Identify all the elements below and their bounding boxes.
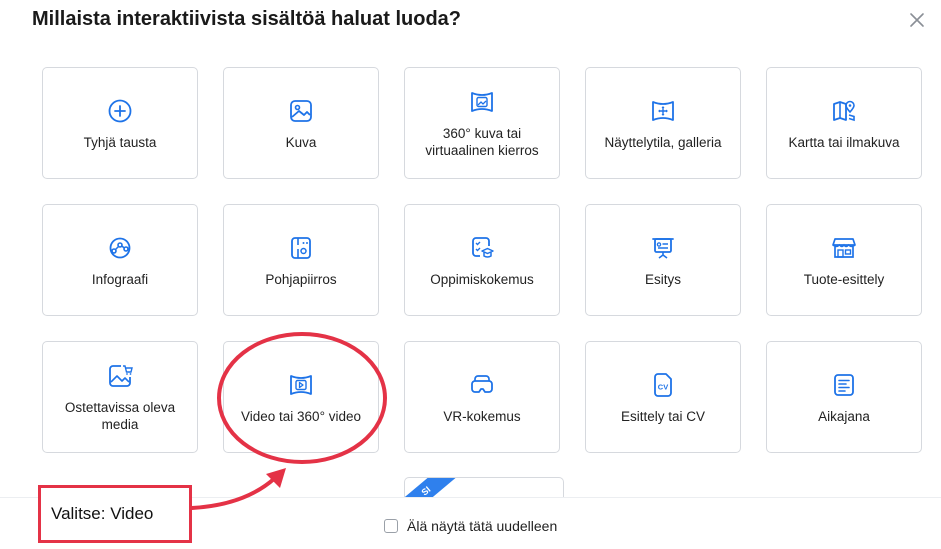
infographic-icon <box>105 233 135 263</box>
cv-document-icon: CV <box>648 370 678 400</box>
card-label: Kartta tai ilmakuva <box>788 134 900 150</box>
arrow-head-icon <box>266 468 286 488</box>
timeline-icon <box>829 370 859 400</box>
svg-text:CV: CV <box>658 382 668 391</box>
card-map[interactable]: Kartta tai ilmakuva <box>766 67 922 179</box>
card-label: Näyttelytila, galleria <box>604 134 722 150</box>
card-label: Esitys <box>644 271 681 287</box>
card-label: Tuote-esittely <box>803 271 885 287</box>
card-label: 360° kuva tai virtuaalinen kierros <box>425 126 539 158</box>
card-label: Aikajana <box>818 408 870 424</box>
card-360-image[interactable]: 360° kuva tai virtuaalinen kierros <box>404 67 560 179</box>
card-label: Oppimiskokemus <box>430 271 534 287</box>
card-label: Kuva <box>285 134 317 150</box>
video-play-icon <box>286 370 316 400</box>
callout-text: Valitse: Video <box>51 504 154 523</box>
card-label: Esittely tai CV <box>620 408 706 424</box>
card-label: VR-kokemus <box>443 408 521 424</box>
gallery-move-icon <box>648 96 678 126</box>
card-label: Ostettavissa oleva media <box>64 400 176 432</box>
card-infographic[interactable]: Infograafi <box>42 204 198 316</box>
panorama-image-icon <box>467 87 497 117</box>
card-timeline[interactable]: Aikajana <box>766 341 922 453</box>
dialog-title: Millaista interaktiivista sisältöä halua… <box>32 8 462 30</box>
close-icon <box>910 13 924 27</box>
dont-show-again-checkbox[interactable] <box>384 519 398 533</box>
card-floorplan[interactable]: Pohjapiirros <box>223 204 379 316</box>
card-gallery[interactable]: Näyttelytila, galleria <box>585 67 741 179</box>
card-label: Video tai 360° video <box>241 408 361 424</box>
floorplan-icon <box>286 233 316 263</box>
dont-show-again-option[interactable]: Älä näytä tätä uudelleen <box>384 518 557 534</box>
vr-headset-icon <box>467 370 497 400</box>
dont-show-again-label: Älä näytä tätä uudelleen <box>407 518 558 534</box>
card-label: Tyhjä tausta <box>83 134 157 150</box>
annotation-callout: Valitse: Video <box>38 485 192 543</box>
card-cv[interactable]: CV Esittely tai CV <box>585 341 741 453</box>
learning-icon <box>467 233 497 263</box>
card-vr[interactable]: VR-kokemus <box>404 341 560 453</box>
presentation-icon <box>648 233 678 263</box>
card-label: Infograafi <box>91 271 149 287</box>
card-learning[interactable]: Oppimiskokemus <box>404 204 560 316</box>
card-label: Pohjapiirros <box>265 271 337 287</box>
close-button[interactable] <box>903 6 931 34</box>
card-video[interactable]: Video tai 360° video <box>223 341 379 453</box>
image-icon <box>286 96 316 126</box>
card-image[interactable]: Kuva <box>223 67 379 179</box>
map-pin-icon <box>829 96 859 126</box>
plus-circle-icon <box>105 96 135 126</box>
card-presentation[interactable]: Esitys <box>585 204 741 316</box>
card-empty-background[interactable]: Tyhjä tausta <box>42 67 198 179</box>
cart-image-icon <box>105 361 135 391</box>
card-product[interactable]: Tuote-esittely <box>766 204 922 316</box>
card-purchasable-media[interactable]: Ostettavissa oleva media <box>42 341 198 453</box>
store-icon <box>829 233 859 263</box>
